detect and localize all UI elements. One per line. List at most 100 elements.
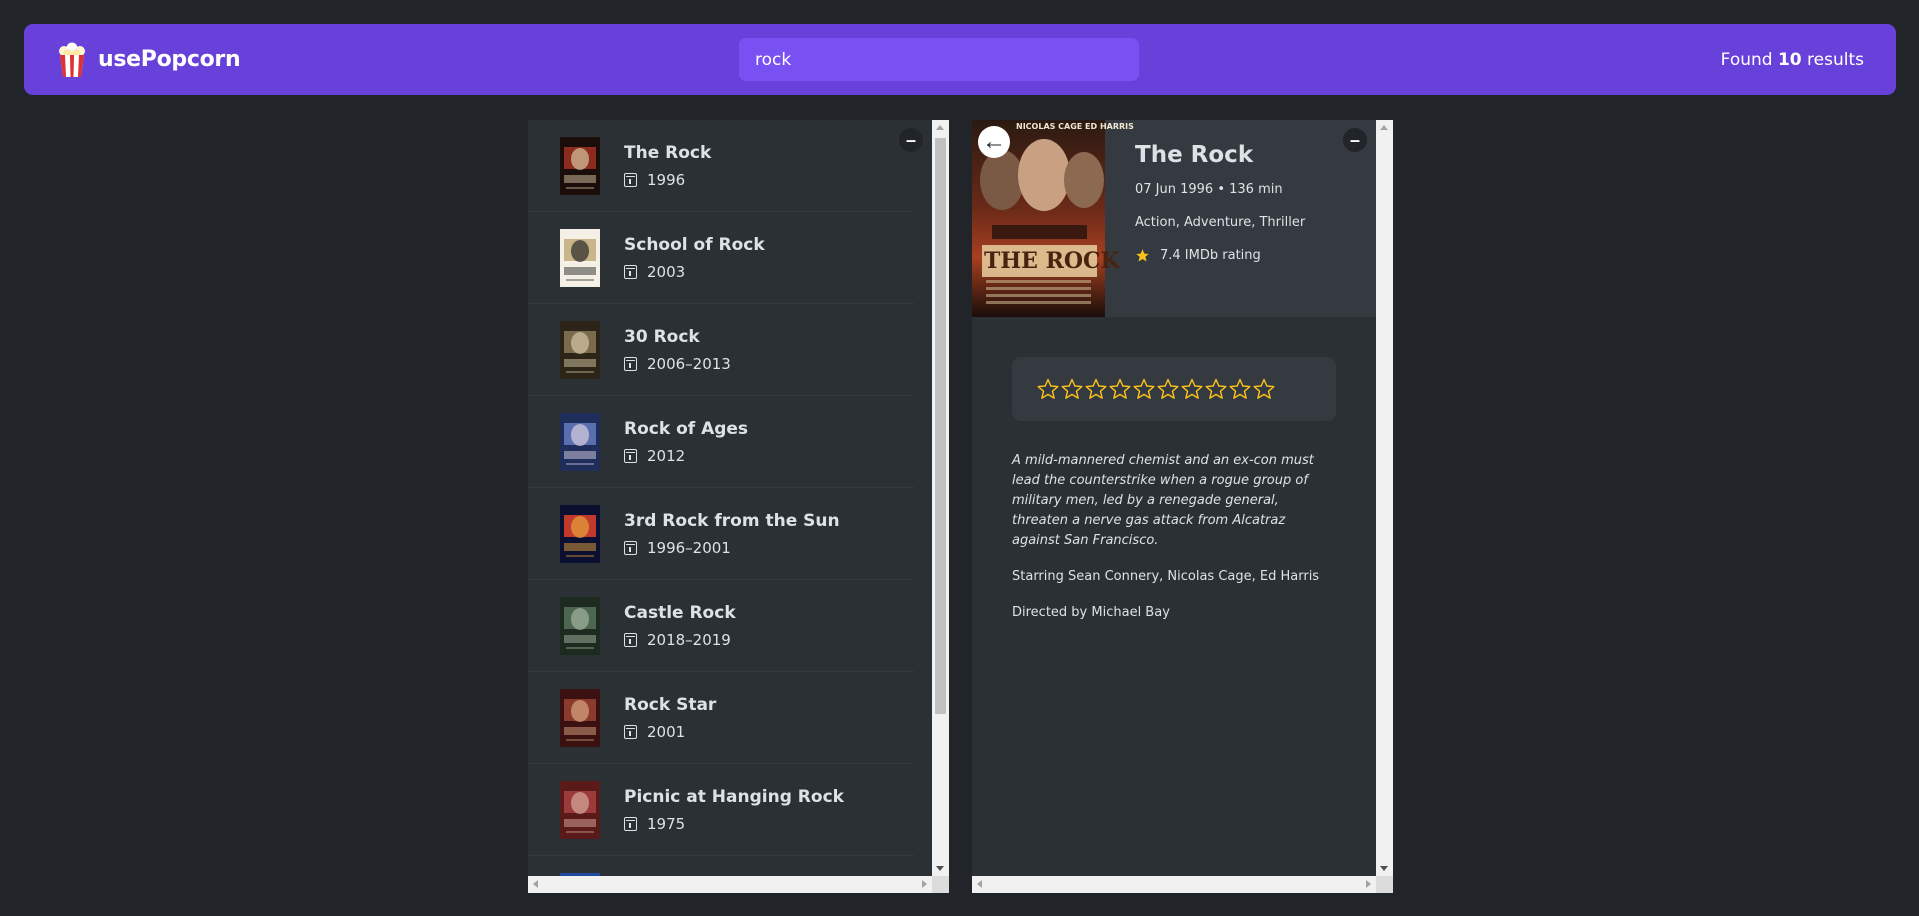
scroll-down-arrow-icon[interactable] — [936, 866, 944, 871]
scrollbar-corner — [1376, 876, 1393, 893]
movie-year: 2006–2013 — [647, 354, 731, 373]
release-runtime: 07 Jun 1996 • 136 min — [1135, 182, 1283, 197]
movie-title: School of Rock — [624, 234, 765, 255]
movie-info: 30 Rock 2006–2013 — [624, 327, 731, 373]
movie-year: 1996 — [647, 170, 686, 189]
scroll-right-arrow-icon[interactable] — [1366, 880, 1371, 888]
movie-list-item[interactable]: Picnic at Hanging Rock 1975 — [528, 764, 914, 856]
scroll-up-arrow-icon[interactable] — [1380, 125, 1388, 130]
movie-title: Castle Rock — [624, 602, 736, 623]
movie-list-item[interactable] — [528, 856, 914, 876]
calendar-icon — [624, 356, 637, 371]
director: Directed by Michael Bay — [1012, 605, 1170, 620]
back-button[interactable]: ← — [978, 126, 1010, 158]
movie-title: The Rock — [624, 142, 712, 163]
rating-star-icon[interactable] — [1036, 377, 1060, 401]
details-vertical-scrollbar[interactable] — [1376, 120, 1393, 876]
movie-year-row: 1996 — [624, 171, 711, 189]
calendar-icon — [624, 632, 637, 647]
calendar-icon — [624, 540, 637, 555]
movie-details-box: – ← NICOLAS CAGE ED HARRIS THE ROCK The … — [972, 120, 1393, 893]
movie-year: 1975 — [647, 814, 686, 833]
movie-year: 2018–2019 — [647, 630, 731, 649]
movie-poster-thumb — [560, 780, 600, 839]
rating-star-icon[interactable] — [1252, 377, 1276, 401]
calendar-icon — [624, 172, 637, 187]
collapse-results-button[interactable]: – — [899, 128, 923, 152]
movie-year-row: 2001 — [624, 723, 716, 741]
movie-title: 3rd Rock from the Sun — [624, 510, 840, 531]
collapse-details-button[interactable]: – — [1343, 128, 1367, 152]
calendar-icon — [624, 448, 637, 463]
rating-star-icon[interactable] — [1204, 377, 1228, 401]
scroll-left-arrow-icon[interactable] — [533, 880, 538, 888]
movie-details: ← NICOLAS CAGE ED HARRIS THE ROCK The Ro… — [972, 120, 1376, 876]
rating-star-icon[interactable] — [1132, 377, 1156, 401]
movie-list-item[interactable]: 30 Rock 2006–2013 — [528, 304, 914, 396]
movie-year-row: 2006–2013 — [624, 355, 731, 373]
movie-info: Rock of Ages 2012 — [624, 419, 748, 465]
movie-title: Rock of Ages — [624, 418, 749, 439]
horizontal-scrollbar[interactable] — [528, 876, 932, 893]
movie-poster-thumb — [560, 596, 600, 655]
search-input[interactable] — [739, 38, 1139, 81]
movie-title: 30 Rock — [624, 326, 700, 347]
movie-list-item[interactable]: Castle Rock 2018–2019 — [528, 580, 914, 672]
scroll-down-arrow-icon[interactable] — [1380, 866, 1388, 871]
plot: A mild-mannered chemist and an ex-con mu… — [1012, 451, 1336, 551]
scroll-up-arrow-icon[interactable] — [936, 125, 944, 130]
movie-year: 2001 — [647, 722, 686, 741]
movie-poster-thumb — [560, 504, 600, 563]
movie-poster: ← NICOLAS CAGE ED HARRIS THE ROCK — [972, 120, 1134, 317]
scroll-left-arrow-icon[interactable] — [977, 880, 982, 888]
movie-info: Castle Rock 2018–2019 — [624, 603, 736, 649]
movie-title: Rock Star — [624, 694, 717, 715]
results-suffix: results — [1807, 49, 1864, 70]
rating-star-icon[interactable] — [1084, 377, 1108, 401]
poster-title-text: THE ROCK — [984, 248, 1120, 274]
movie-list-item[interactable]: 3rd Rock from the Sun 1996–2001 — [528, 488, 914, 580]
app-title: usePopcorn — [98, 47, 241, 72]
movie-list-item[interactable]: Rock of Ages 2012 — [528, 396, 914, 488]
rating-star-icon[interactable] — [1108, 377, 1132, 401]
star-icon — [1136, 249, 1149, 262]
movie-year: 1996–2001 — [647, 538, 731, 557]
movie-list-item[interactable]: Rock Star 2001 — [528, 672, 914, 764]
details-header: ← NICOLAS CAGE ED HARRIS THE ROCK The Ro… — [972, 120, 1376, 317]
logo: usePopcorn — [56, 42, 316, 78]
vertical-scrollbar[interactable] — [932, 120, 949, 876]
rating-star-icon[interactable] — [1228, 377, 1252, 401]
movie-poster-thumb — [560, 136, 600, 195]
genre: Action, Adventure, Thriller — [1135, 215, 1306, 230]
imdb-rating-row: 7.4 IMDb rating — [1135, 248, 1305, 263]
movie-year: 2012 — [647, 446, 686, 465]
results-number: 10 — [1777, 49, 1802, 70]
rating-star-icon[interactable] — [1060, 377, 1084, 401]
starring: Starring Sean Connery, Nicolas Cage, Ed … — [1012, 569, 1320, 584]
movie-year-row: 2003 — [624, 263, 765, 281]
movie-info: 3rd Rock from the Sun 1996–2001 — [624, 511, 840, 557]
movie-info: Picnic at Hanging Rock 1975 — [624, 787, 844, 833]
poster-credit-text: NICOLAS CAGE ED HARRIS — [1016, 122, 1134, 131]
movie-list-item[interactable]: School of Rock 2003 — [528, 212, 914, 304]
scroll-right-arrow-icon[interactable] — [922, 880, 927, 888]
imdb-rating: 7.4 IMDb rating — [1160, 248, 1261, 263]
movie-poster-thumb — [560, 412, 600, 471]
details-section: A mild-mannered chemist and an ex-con mu… — [972, 317, 1376, 679]
details-horizontal-scrollbar[interactable] — [972, 876, 1376, 893]
nav-bar: usePopcorn Found 10 results — [24, 24, 1896, 95]
calendar-icon — [624, 724, 637, 739]
rating-star-icon[interactable] — [1156, 377, 1180, 401]
results-count: Found 10 results — [1604, 50, 1864, 70]
movie-title: Picnic at Hanging Rock — [624, 786, 844, 807]
movie-year-row: 2012 — [624, 447, 748, 465]
scrollbar-thumb[interactable] — [935, 138, 946, 714]
movie-list-item[interactable]: The Rock 1996 — [528, 120, 914, 212]
movie-list: The Rock 1996 School of Rock 2003 30 Roc… — [528, 120, 914, 876]
scrollbar-corner — [932, 876, 949, 893]
calendar-icon — [624, 816, 637, 831]
rating-star-icon[interactable] — [1180, 377, 1204, 401]
movie-year: 2003 — [647, 262, 686, 281]
movie-info: School of Rock 2003 — [624, 235, 765, 281]
movie-year-row: 1975 — [624, 815, 844, 833]
